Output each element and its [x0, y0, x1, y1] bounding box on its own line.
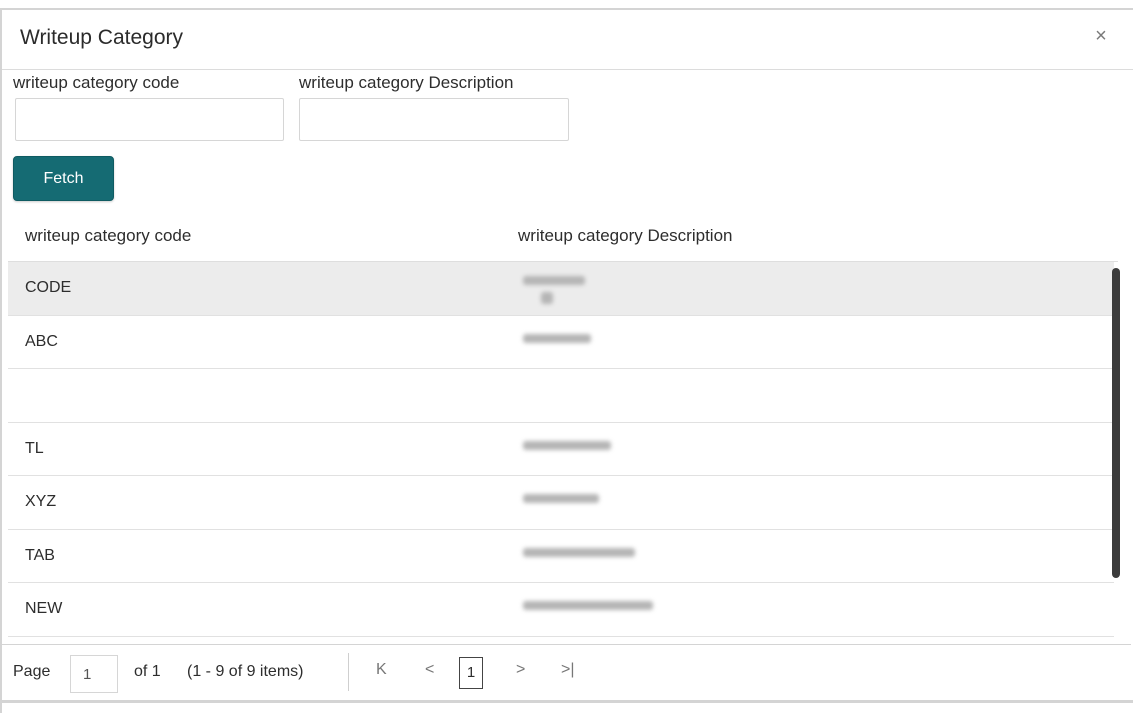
table-scrollbar[interactable]: [1112, 268, 1120, 578]
table-row[interactable]: TAB: [8, 530, 1114, 583]
pagination-divider: [348, 653, 349, 691]
row-description-redacted: [513, 435, 673, 463]
table-row[interactable]: XYZ: [8, 476, 1114, 530]
table-row[interactable]: [8, 369, 1114, 423]
table-row[interactable]: CODE: [8, 262, 1114, 316]
dialog-header: Writeup Category ×: [2, 10, 1133, 70]
dialog-title: Writeup Category: [20, 26, 184, 49]
dialog-bottom-border: [0, 700, 1133, 703]
column-header-description[interactable]: writeup category Description: [518, 226, 732, 246]
next-page-icon[interactable]: >: [516, 661, 525, 679]
current-page-button[interactable]: 1: [459, 657, 483, 689]
close-icon[interactable]: ×: [1089, 24, 1113, 48]
page-number-input[interactable]: [70, 655, 118, 693]
row-description-redacted: [513, 542, 673, 570]
row-code: TL: [25, 439, 44, 457]
code-filter-input[interactable]: [15, 98, 284, 141]
row-code: ABC: [25, 332, 58, 350]
pagination-bar: Page of 1 (1 - 9 of 9 items) K < 1 > >|: [0, 644, 1131, 699]
first-page-icon[interactable]: K: [376, 661, 387, 679]
previous-page-icon[interactable]: <: [425, 661, 434, 679]
table-row[interactable]: ABC: [8, 316, 1114, 369]
table-row[interactable]: NEW: [8, 583, 1114, 637]
row-description-redacted: [513, 488, 673, 516]
description-filter-input[interactable]: [299, 98, 569, 141]
table-header: writeup category code writeup category D…: [8, 209, 1118, 262]
code-filter-label: writeup category code: [13, 73, 180, 92]
last-page-icon[interactable]: >|: [561, 661, 575, 679]
row-description-redacted: [513, 595, 673, 623]
description-filter-label: writeup category Description: [299, 73, 514, 92]
row-description-redacted: [513, 274, 673, 304]
row-code: TAB: [25, 546, 55, 564]
row-code: NEW: [25, 600, 63, 617]
table-row[interactable]: TL: [8, 423, 1114, 476]
fetch-button[interactable]: Fetch: [13, 156, 114, 201]
row-description-redacted: [513, 328, 673, 356]
column-header-code[interactable]: writeup category code: [25, 226, 191, 246]
row-code: CODE: [25, 279, 72, 296]
row-code: XYZ: [25, 493, 57, 510]
table-body: CODE ABC TL XYZ TAB NEW: [8, 262, 1114, 642]
page-count-label: of 1: [134, 663, 161, 680]
items-count-label: (1 - 9 of 9 items): [187, 663, 304, 680]
page-label: Page: [13, 663, 51, 680]
